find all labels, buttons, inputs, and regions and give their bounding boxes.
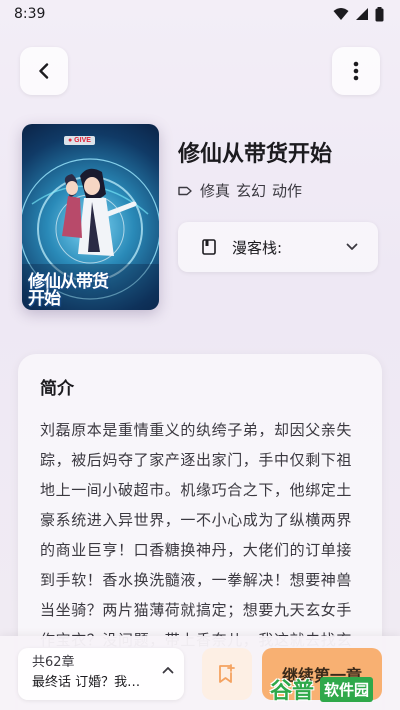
status-bar: 8:39 [0,0,400,28]
source-label: 漫客栈: [232,238,283,257]
signal-icon [356,8,368,20]
chapter-count: 共62章 [32,655,75,670]
genre-tag[interactable]: 修真 [200,180,230,201]
battery-icon [375,6,384,21]
chevron-down-icon [346,243,358,250]
bookmark-add-icon [219,664,235,683]
back-arrow-icon [39,63,49,79]
wifi-icon [333,8,349,20]
latest-chapter: 最终话 订婚？我… [32,675,141,690]
tag-icon [178,186,192,195]
watermark-brand: 谷普 [270,679,315,704]
status-icons [333,6,384,22]
book-icon [202,239,216,255]
watermark-text: 软件园 [320,676,374,702]
genre-tags: 修真 玄幻 动作 [178,180,302,201]
synopsis-text: 刘磊原本是重情重义的纨绔子弟，却因父亲失踪，被后妈夺了家产逐出家门，手中仅剩下祖… [40,421,353,649]
book-cover[interactable]: ● GIVE 修仙从带货开始 [22,124,159,310]
back-button[interactable] [20,47,68,95]
more-options-button[interactable] [332,47,380,95]
book-title: 修仙从带货开始 [178,142,333,167]
chapter-list-button[interactable]: 共62章 最终话 订婚？我… [18,648,184,700]
chevron-up-icon [162,667,174,674]
cover-publisher-logo: ● GIVE [64,136,95,145]
watermark-logo: 谷普 软件园 [270,672,392,706]
genre-tag[interactable]: 动作 [272,180,302,201]
cover-title-art: 修仙从带货开始 [28,272,109,309]
bookmark-button[interactable] [202,648,252,700]
more-vertical-icon [353,61,359,81]
source-dropdown[interactable]: 漫客栈: [178,222,378,272]
synopsis-heading: 简介 [40,379,74,399]
status-time: 8:39 [14,6,46,22]
genre-tag[interactable]: 玄幻 [236,180,266,201]
